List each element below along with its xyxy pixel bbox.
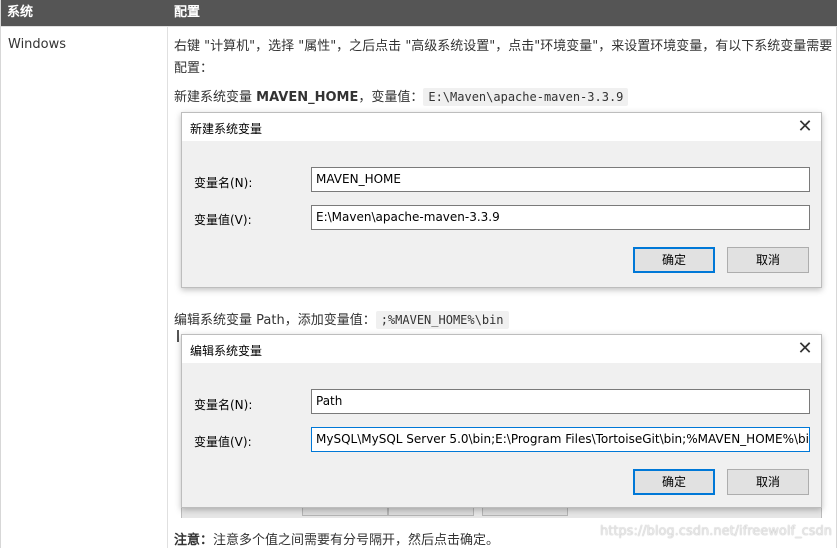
new-var-code: E:\Maven\apache-maven-3.3.9 [423,88,629,106]
new-var-name: MAVEN_HOME [256,90,359,105]
edit-var-code: ;%MAVEN_HOME%\bin [375,311,509,329]
new-variable-dialog: 新建系统变量 ✕ 变量名(N): MAVEN_HOME 变量值(V): E:\M… [181,112,822,288]
close-icon[interactable]: ✕ [793,115,817,139]
dialog-title: 新建系统变量 [190,122,263,136]
dialog-title: 编辑系统变量 [190,344,263,358]
header-config: 配置 [174,5,201,20]
cancel-button[interactable]: 取消 [727,247,809,273]
intro-line-1: 右键 "计算机"，选择 "属性"，之后点击 "高级系统设置"，点击"环境变量"，… [174,39,833,54]
note-text: 注意多个值之间需要有分号隔开，然后点击确定。 [213,533,500,548]
cancel-button[interactable]: 取消 [727,469,809,495]
edit-var-instruction: 编辑系统变量 Path，添加变量值： ;%MAVEN_HOME%\bin [174,309,509,332]
config-table: 系统 配置 Windows 右键 "计算机"，选择 "属性"，之后点击 "高级系… [0,0,837,548]
watermark: https://blog.csdn.net/ifreewolf_csdn [600,524,832,539]
variable-value-label: 变量值(V): [194,213,252,227]
table-header: 系统 配置 [1,0,837,26]
new-var-prefix: 新建系统变量 [174,90,257,105]
variable-value-input[interactable]: E:\Maven\apache-maven-3.3.9 [311,205,810,230]
note-label: 注意： [174,533,214,548]
dialog-titlebar: 新建系统变量 ✕ [182,113,821,141]
header-system: 系统 [7,5,34,20]
ok-button[interactable]: 确定 [633,469,715,495]
note-line: 注意：注意多个值之间需要有分号隔开，然后点击确定。 [174,530,499,548]
new-var-instruction: 新建系统变量 MAVEN_HOME，变量值： E:\Maven\apache-ma… [174,86,629,109]
variable-name-label: 变量名(N): [194,398,253,412]
new-var-mid: ，变量值： [358,90,424,105]
intro-line-2: 配置： [174,61,214,76]
variable-name-input[interactable]: MAVEN_HOME [311,167,810,192]
close-icon[interactable]: ✕ [793,337,817,361]
variable-value-label: 变量值(V): [194,435,252,449]
variable-name-input[interactable]: Path [311,389,810,414]
column-divider [167,26,168,548]
dialog-titlebar: 编辑系统变量 ✕ [182,335,821,363]
system-name: Windows [8,37,67,52]
ok-button[interactable]: 确定 [633,247,715,273]
variable-value-input[interactable]: MySQL\MySQL Server 5.0\bin;E:\Program Fi… [311,427,810,452]
row-divider [1,26,837,27]
variable-name-label: 变量名(N): [194,176,253,190]
edit-var-text: 编辑系统变量 Path，添加变量值： [174,313,376,328]
window-edge [177,330,179,342]
edit-variable-dialog: 编辑系统变量 ✕ 变量名(N): Path 变量值(V): MySQL\MySQ… [181,334,822,508]
